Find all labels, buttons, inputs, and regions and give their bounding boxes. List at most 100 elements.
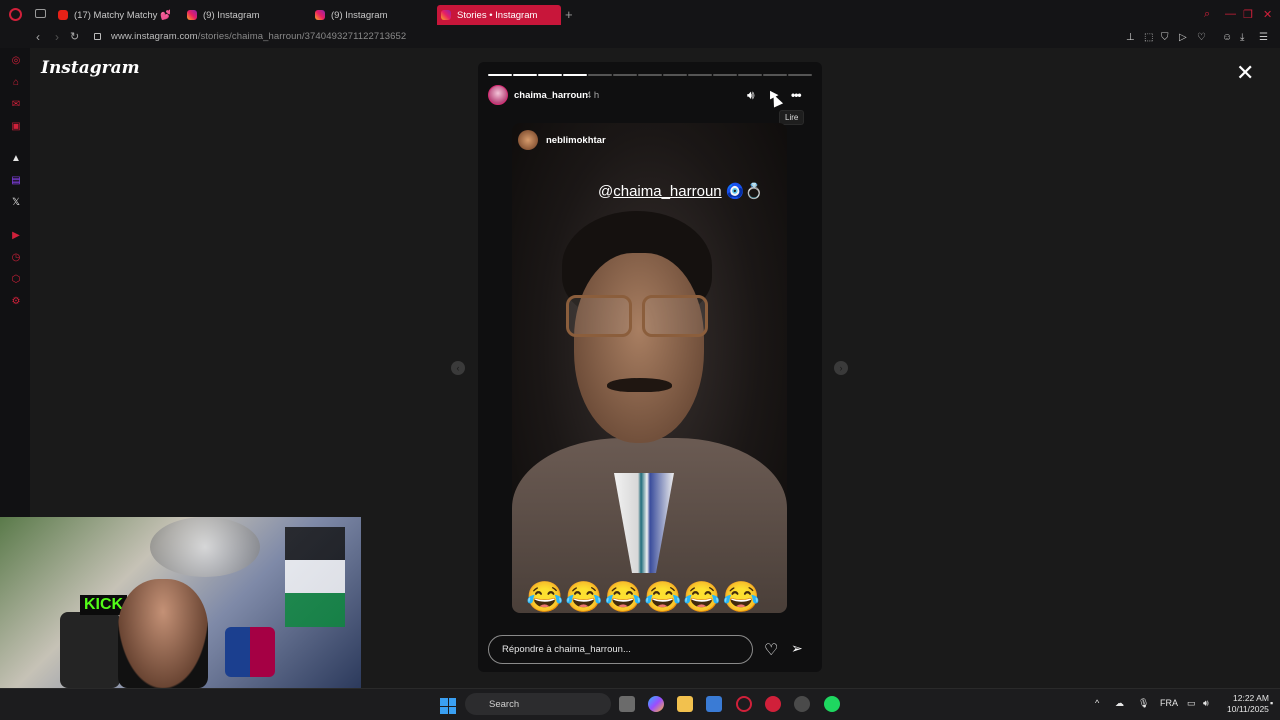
story-username[interactable]: chaima_harroun <box>514 90 588 101</box>
play-tooltip: Lire <box>779 110 805 125</box>
webcam-overlay: KICK <box>0 517 361 688</box>
tab-instagram-1[interactable]: (9) Instagram <box>183 5 293 25</box>
copilot-icon[interactable] <box>648 696 664 712</box>
tray-overflow-icon[interactable]: ^ <box>1095 698 1099 708</box>
inner-username: neblimokhtar <box>546 135 606 146</box>
url-path: /stories/chaima_harroun/3740493271122713… <box>197 31 407 42</box>
onedrive-icon[interactable]: ☁ <box>1115 698 1124 709</box>
instagram-logo[interactable]: Instagram <box>41 58 140 78</box>
progress-segment <box>638 74 662 76</box>
browser-tab-bar: (17) Matchy Matchy 💕 Ep (9) Instagram (9… <box>0 0 1280 28</box>
instagram-icon <box>187 10 197 20</box>
reload-icon[interactable]: ↻ <box>70 30 79 43</box>
tab-label: (17) Matchy Matchy 💕 Ep <box>74 9 170 21</box>
notification-icon[interactable]: ▪ <box>1270 698 1273 708</box>
send-direct-icon[interactable]: ➢ <box>791 640 803 657</box>
steam-icon[interactable] <box>794 696 810 712</box>
settings-icon[interactable]: ⚙ <box>10 295 22 307</box>
barca-shirt <box>225 627 275 677</box>
speaker-icon[interactable]: 🔊︎ <box>1203 698 1209 709</box>
player-sidebar-icon[interactable]: ▶ <box>10 229 22 241</box>
tab-youtube[interactable]: (17) Matchy Matchy 💕 Ep <box>54 5 170 25</box>
forward-icon[interactable]: › <box>55 30 59 44</box>
news-icon[interactable]: ▣ <box>10 120 22 132</box>
network-icon[interactable]: ▭ <box>1187 698 1196 709</box>
restore-icon[interactable]: ❐ <box>1243 8 1253 21</box>
progress-segment <box>713 74 737 76</box>
search-tabs-icon[interactable]: ⌕ <box>1204 8 1210 21</box>
taskbar-search[interactable]: Search <box>465 693 611 715</box>
shopping-icon[interactable]: ⌂ <box>10 76 22 88</box>
avatar[interactable] <box>488 85 508 105</box>
story-media[interactable]: neblimokhtar @chaima_harroun 🧿💍 😂😂😂😂😂😂 <box>512 123 787 613</box>
task-view-icon[interactable] <box>619 696 635 712</box>
url-field[interactable]: www.instagram.com/stories/chaima_harroun… <box>111 31 406 42</box>
story-photo-face <box>574 253 704 443</box>
tab-instagram-2[interactable]: (9) Instagram <box>311 5 421 25</box>
emoji-row: 😂😂😂😂😂😂 <box>526 581 763 613</box>
spotify-icon[interactable] <box>824 696 840 712</box>
minimize-icon[interactable]: — <box>1225 8 1236 20</box>
snapshot-icon[interactable]: ⬚ <box>1144 32 1153 43</box>
windows-start-icon[interactable] <box>440 698 456 714</box>
reply-input[interactable]: Répondre à chaima_harroun... <box>488 635 753 664</box>
like-heart-icon[interactable]: ♡ <box>764 640 778 660</box>
story-photo-glasses <box>562 295 712 339</box>
progress-segment <box>513 74 537 76</box>
opera-logo-icon[interactable] <box>9 8 22 21</box>
tab-stories-active[interactable]: Stories • Instagram <box>437 5 561 25</box>
more-options-icon[interactable]: ••• <box>791 88 802 102</box>
progress-segment <box>588 74 612 76</box>
mention-sticker[interactable]: @chaima_harroun 🧿💍 <box>598 182 763 200</box>
glasses-lens <box>566 295 632 337</box>
taskbar-clock[interactable]: 12:22 AM 10/11/2025 <box>1227 693 1269 715</box>
windows-taskbar <box>0 688 1280 720</box>
tab-label: (9) Instagram <box>331 9 388 21</box>
streamer <box>118 579 208 688</box>
instagram-icon <box>441 10 451 20</box>
new-tab-plus-icon[interactable]: + <box>565 7 573 22</box>
mention-emoji: 🧿💍 <box>725 183 764 200</box>
story-time: 4 h <box>586 90 600 101</box>
previous-story-icon[interactable]: ‹ <box>451 361 465 375</box>
youtube-icon <box>58 10 68 20</box>
workspaces-icon[interactable] <box>35 9 46 18</box>
file-explorer-icon[interactable] <box>677 696 693 712</box>
wall-graffiti <box>150 517 260 577</box>
twitch-icon[interactable]: ▤ <box>10 174 22 186</box>
close-story-icon[interactable]: ✕ <box>1236 62 1254 84</box>
mention-username: chaima_harroun <box>613 183 722 200</box>
pin-icon[interactable]: ⊥ <box>1126 32 1135 43</box>
menu-icon[interactable]: ☰ <box>1259 32 1268 43</box>
opera-gx-icon[interactable] <box>736 696 752 712</box>
profile-icon[interactable]: ☺ <box>1222 32 1232 43</box>
url-host: www.instagram.com <box>111 31 198 42</box>
aria-icon[interactable]: ◎ <box>10 54 22 66</box>
next-story-icon[interactable]: › <box>834 361 848 375</box>
opera-icon[interactable] <box>765 696 781 712</box>
store-icon[interactable] <box>706 696 722 712</box>
flag-decoration <box>285 527 345 627</box>
clock-time: 12:22 AM <box>1233 693 1269 703</box>
tab-label: Stories • Instagram <box>457 9 538 21</box>
history-icon[interactable]: ◷ <box>10 251 22 263</box>
download-icon[interactable]: ⤓ <box>1240 32 1244 43</box>
heart-bookmark-icon[interactable]: ♡ <box>1197 32 1206 43</box>
messenger-icon[interactable]: ✉ <box>10 98 22 110</box>
close-window-icon[interactable]: ✕ <box>1263 8 1272 21</box>
back-icon[interactable]: ‹ <box>36 30 40 44</box>
inner-avatar <box>518 130 538 150</box>
story-header: chaima_harroun 4 h 🔊︎ ▶ ••• <box>488 85 812 107</box>
instagram-icon <box>315 10 325 20</box>
extensions-icon[interactable]: ⬡ <box>10 273 22 285</box>
shield-icon[interactable]: ⛉ <box>1161 32 1169 43</box>
player-icon[interactable]: ▷ <box>1179 32 1187 43</box>
language-indicator[interactable]: FRA <box>1160 698 1178 708</box>
microphone-icon[interactable]: 🎙︎ <box>1138 698 1149 709</box>
x-icon[interactable]: 𝕏 <box>10 196 22 208</box>
progress-segment <box>738 74 762 76</box>
gaming-chair <box>60 612 120 688</box>
apps-icon[interactable]: ▲ <box>10 152 22 164</box>
volume-icon[interactable]: 🔊︎ <box>747 88 755 103</box>
glasses-lens <box>642 295 708 337</box>
